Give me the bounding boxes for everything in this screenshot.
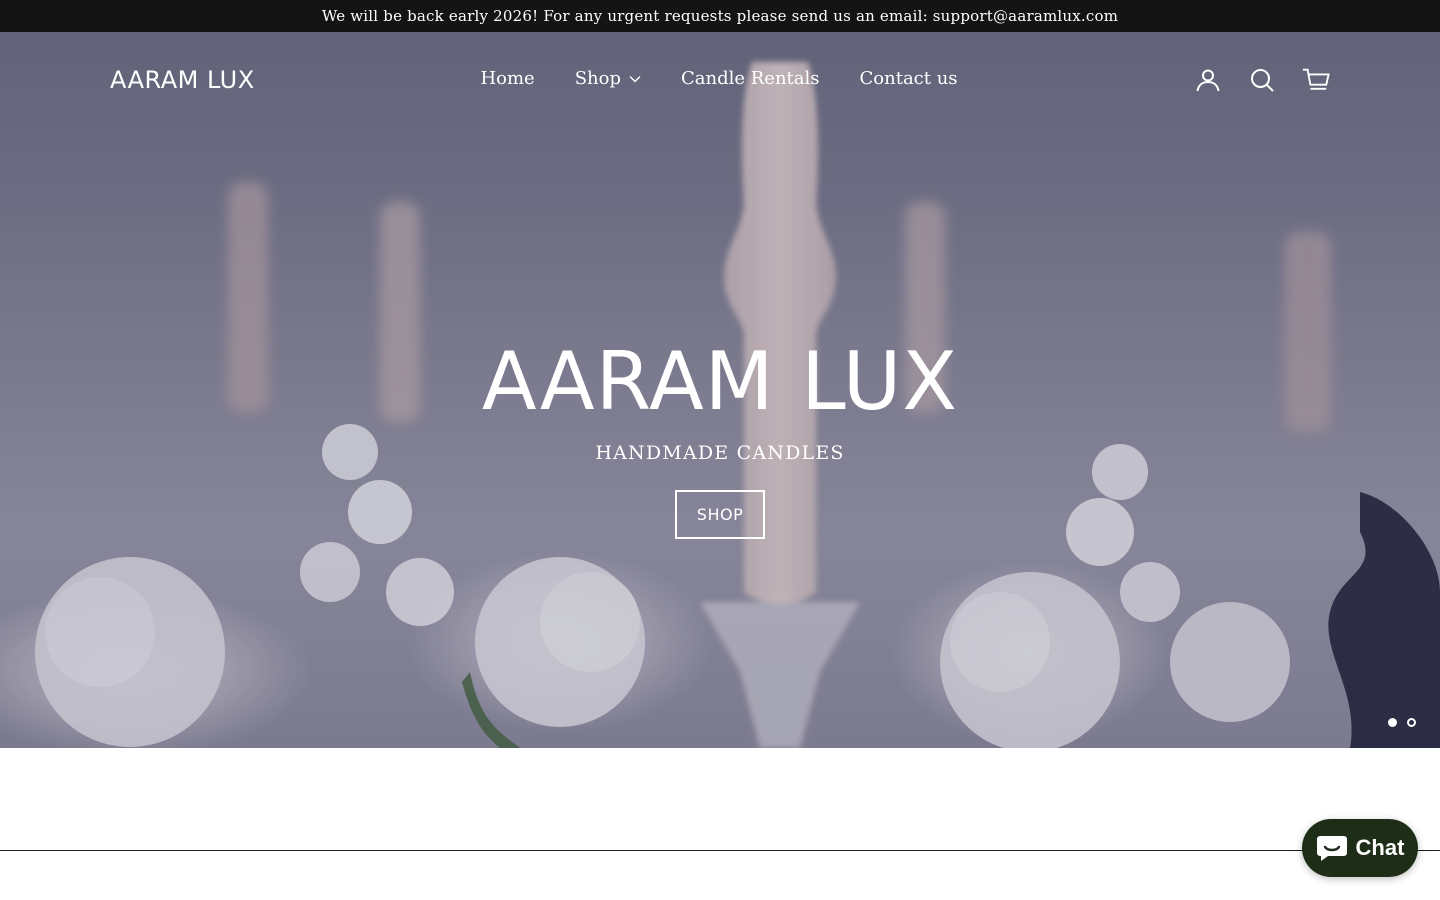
chat-bubble-icon: [1316, 836, 1347, 861]
hero-title: AARAM LUX: [481, 335, 959, 428]
hero-slideshow: AARAM LUX HANDMADE CANDLES SHOP: [0, 32, 1440, 748]
nav-item-contact-us[interactable]: Contact us: [860, 68, 958, 89]
nav-item-label: Contact us: [859, 68, 958, 89]
announcement-bar: We will be back early 2026! For any urge…: [0, 0, 1440, 32]
nav-item-candle-rentals[interactable]: Candle Rentals: [681, 68, 820, 89]
cart-icon[interactable]: [1302, 66, 1330, 94]
search-icon[interactable]: [1248, 66, 1276, 94]
hero-content: AARAM LUX HANDMADE CANDLES SHOP: [0, 340, 1440, 539]
slide-dot-2[interactable]: [1407, 718, 1416, 727]
header-icons: [1194, 66, 1330, 94]
chevron-down-icon: [629, 75, 641, 82]
section-divider: [0, 850, 1440, 851]
nav-item-shop[interactable]: Shop: [575, 68, 641, 89]
shop-button[interactable]: SHOP: [675, 490, 765, 539]
hero-subtitle: HANDMADE CANDLES: [595, 442, 845, 464]
chat-label: Chat: [1355, 835, 1405, 860]
slide-pagination: [1388, 718, 1416, 727]
nav-item-label: Candle Rentals: [681, 68, 820, 89]
nav-item-home[interactable]: Home: [480, 68, 534, 89]
announcement-text: We will be back early 2026! For any urge…: [321, 7, 1119, 25]
nav-item-label: Shop: [574, 68, 621, 89]
site-header: AARAM LUX Home Shop Candle Rentals Conta…: [0, 32, 1440, 128]
slide-dot-1[interactable]: [1388, 718, 1397, 727]
account-icon[interactable]: [1194, 66, 1222, 94]
nav-item-label: Home: [480, 68, 535, 89]
chat-button[interactable]: Chat: [1302, 819, 1418, 877]
